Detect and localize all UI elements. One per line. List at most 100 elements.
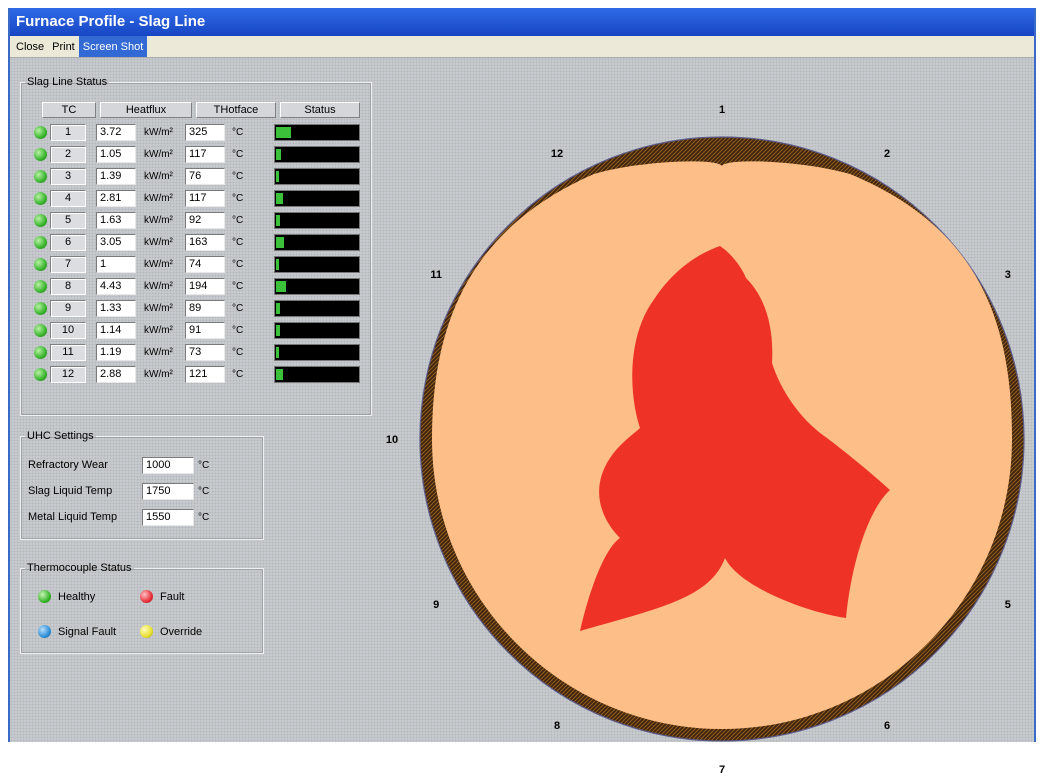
header-heatflux: Heatflux [100,102,192,118]
position-label: 8 [554,720,560,732]
heatflux-field[interactable]: 1.14 [96,322,136,339]
header-status: Status [280,102,360,118]
heatflux-unit: kW/m² [144,281,173,292]
healthy-status-icon [34,170,47,183]
heatflux-unit: kW/m² [144,171,173,182]
heatflux-field[interactable]: 1.05 [96,146,136,163]
tc-row: 2 1.05 kW/m² 117 °C [20,145,372,165]
heatflux-field[interactable]: 1.19 [96,344,136,361]
status-bar [274,322,360,339]
thotface-unit: °C [232,281,244,292]
healthy-label: Healthy [58,591,96,603]
thotface-field[interactable]: 76 [185,168,225,185]
thotface-field[interactable]: 163 [185,234,225,251]
tc-number: 12 [50,366,86,383]
thotface-unit: °C [232,303,244,314]
window-title: Furnace Profile - Slag Line [10,8,1034,36]
position-label: 1 [719,104,725,116]
heatflux-unit: kW/m² [144,303,173,314]
healthy-status-icon [34,236,47,249]
status-bar-fill [276,237,284,248]
header-thotface: THotface [196,102,276,118]
tc-row: 7 1 kW/m² 74 °C [20,255,372,275]
menu-close[interactable]: Close [12,36,48,57]
status-bar-fill [276,325,280,336]
tc-number: 1 [50,124,86,141]
main-content: Slag Line Status TC Heatflux THotface St… [10,58,1034,776]
status-bar-fill [276,303,280,314]
tc-row: 1 3.72 kW/m² 325 °C [20,123,372,143]
thotface-field[interactable]: 73 [185,344,225,361]
healthy-status-icon [34,126,47,139]
tc-row: 6 3.05 kW/m² 163 °C [20,233,372,253]
thotface-field[interactable]: 89 [185,300,225,317]
status-bar [274,300,360,317]
status-bar [274,366,360,383]
healthy-status-icon [34,280,47,293]
position-label: 6 [884,720,890,732]
heatflux-field[interactable]: 1.63 [96,212,136,229]
healthy-status-icon [34,346,47,359]
heatflux-unit: kW/m² [144,127,173,138]
heatflux-field[interactable]: 1.33 [96,300,136,317]
heatflux-unit: kW/m² [144,149,173,160]
heatflux-field[interactable]: 3.72 [96,124,136,141]
status-bar-fill [276,215,280,226]
slag-liquid-temp-input[interactable]: 1750 [142,483,194,500]
heatflux-unit: kW/m² [144,347,173,358]
thotface-unit: °C [232,149,244,160]
slag-line-status-table: TC Heatflux THotface Status 1 3.72 kW/m² 32… [20,76,372,416]
thotface-unit: °C [232,369,244,380]
thotface-unit: °C [232,325,244,336]
heatflux-field[interactable]: 2.81 [96,190,136,207]
heatflux-unit: kW/m² [144,325,173,336]
thotface-field[interactable]: 117 [185,190,225,207]
position-label: 5 [1005,599,1011,611]
tc-number: 10 [50,322,86,339]
heatflux-field[interactable]: 4.43 [96,278,136,295]
position-label: 11 [430,269,442,281]
status-bar [274,190,360,207]
heatflux-field[interactable]: 1 [96,256,136,273]
furnace-profile-window: Furnace Profile - Slag Line Close Print … [8,8,1036,776]
healthy-status-icon [34,258,47,271]
heatflux-unit: kW/m² [144,259,173,270]
heatflux-field[interactable]: 1.39 [96,168,136,185]
status-bar-fill [276,171,279,182]
status-bar [274,256,360,273]
override-label: Override [160,626,203,638]
status-bar [274,124,360,141]
tc-row: 11 1.19 kW/m² 73 °C [20,343,372,363]
thotface-field[interactable]: 117 [185,146,225,163]
position-label: 9 [433,599,439,611]
furnace-profile-diagram: 123456789101112 [386,104,1025,776]
healthy-status-icon [34,192,47,205]
heatflux-field[interactable]: 3.05 [96,234,136,251]
thotface-field[interactable]: 194 [185,278,225,295]
thotface-field[interactable]: 121 [185,366,225,383]
tc-row: 4 2.81 kW/m² 117 °C [20,189,372,209]
status-bar-fill [276,281,286,292]
tc-row: 8 4.43 kW/m² 194 °C [20,277,372,297]
tc-number: 2 [50,146,86,163]
thotface-unit: °C [232,215,244,226]
status-bar-fill [276,149,281,160]
thotface-field[interactable]: 74 [185,256,225,273]
thotface-field[interactable]: 91 [185,322,225,339]
tc-number: 6 [50,234,86,251]
fault-label: Fault [160,591,185,603]
status-bar [274,168,360,185]
menu-print[interactable]: Print [48,36,79,57]
menu-screenshot[interactable]: Screen Shot [78,36,148,57]
thotface-field[interactable]: 92 [185,212,225,229]
position-label: 12 [551,148,563,160]
metal-liquid-temp-input[interactable]: 1550 [142,509,194,526]
status-bar-fill [276,347,279,358]
position-label: 2 [884,148,890,160]
refractory-wear-input[interactable]: 1000 [142,457,194,474]
metal-liquid-temp-unit: °C [198,512,210,523]
status-bar [274,146,360,163]
thotface-field[interactable]: 325 [185,124,225,141]
thotface-unit: °C [232,259,244,270]
heatflux-field[interactable]: 2.88 [96,366,136,383]
